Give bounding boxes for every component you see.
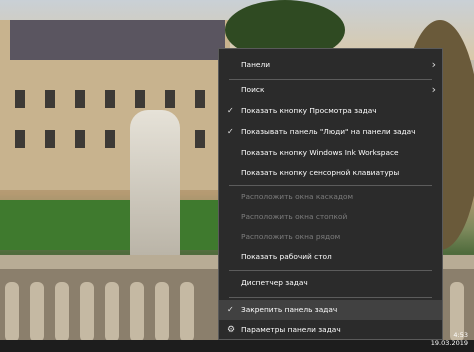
menu-item-show-desktop[interactable]: Показать рабочий стол [219, 247, 442, 267]
menu-item-label: Расположить окна стопкой [241, 212, 348, 221]
menu-item-touch-keyboard[interactable]: Показать кнопку сенсорной клавиатуры [219, 163, 442, 183]
menu-item-label: Панели [241, 60, 270, 69]
menu-separator [229, 270, 432, 271]
menu-item-label: Показать кнопку Просмотра задач [241, 106, 377, 115]
menu-item-side-by-side: Расположить окна рядом [219, 227, 442, 247]
menu-item-label: Параметры панели задач [241, 325, 341, 334]
menu-item-label: Закрепить панель задач [241, 305, 338, 314]
taskbar-context-menu: Панели › Поиск › ✓ Показать кнопку Просм… [218, 48, 443, 340]
menu-item-search[interactable]: Поиск › [219, 80, 442, 100]
menu-item-windows-ink[interactable]: Показать кнопку Windows Ink Workspace [219, 143, 442, 163]
menu-item-task-manager[interactable]: Диспетчер задач [219, 273, 442, 293]
menu-item-label: Показать рабочий стол [241, 252, 332, 261]
taskbar[interactable] [0, 340, 474, 352]
clock-time: 4:53 [453, 331, 468, 339]
menu-item-label: Диспетчер задач [241, 278, 308, 287]
wallpaper-lawn [0, 200, 230, 250]
menu-item-label: Показывать панель "Люди" на панели задач [241, 127, 416, 136]
menu-item-label: Расположить окна каскадом [241, 192, 354, 201]
menu-item-stack-windows: Расположить окна стопкой [219, 207, 442, 227]
checkmark-icon: ✓ [227, 127, 234, 136]
menu-item-label: Расположить окна рядом [241, 232, 341, 241]
menu-item-panels[interactable]: Панели › [219, 55, 442, 75]
taskbar-clock[interactable]: 4:53 19.03.2019 [431, 331, 468, 347]
wallpaper-palace [0, 20, 230, 190]
checkmark-icon: ✓ [227, 106, 234, 115]
menu-item-show-people[interactable]: ✓ Показывать панель "Люди" на панели зад… [219, 122, 442, 142]
menu-item-show-task-view[interactable]: ✓ Показать кнопку Просмотра задач [219, 101, 442, 121]
wallpaper-statue [130, 110, 180, 260]
menu-item-lock-taskbar[interactable]: ✓ Закрепить панель задач [219, 300, 442, 320]
menu-item-label: Показать кнопку Windows Ink Workspace [241, 148, 399, 157]
menu-item-taskbar-settings[interactable]: ⚙ Параметры панели задач [219, 320, 442, 340]
checkmark-icon: ✓ [227, 305, 234, 314]
menu-item-label: Поиск [241, 85, 265, 94]
menu-separator [229, 297, 432, 298]
menu-item-cascade-windows: Расположить окна каскадом [219, 187, 442, 207]
clock-date: 19.03.2019 [430, 339, 468, 347]
menu-separator [229, 185, 432, 186]
chevron-right-icon: › [431, 58, 436, 71]
menu-item-label: Показать кнопку сенсорной клавиатуры [241, 168, 400, 177]
gear-icon: ⚙ [227, 325, 236, 335]
chevron-right-icon: › [431, 83, 436, 96]
